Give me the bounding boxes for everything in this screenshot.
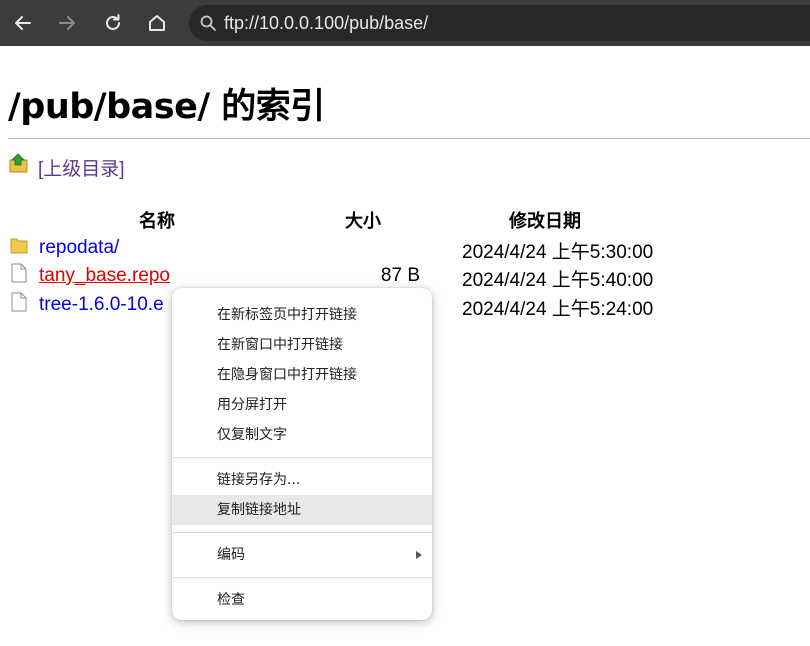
menu-encoding-label: 编码 [217,547,245,563]
browser-toolbar: ftp://10.0.0.100/pub/base/ [0,0,810,46]
column-header-name[interactable]: 名称 [139,207,175,233]
page-title: /pub/base/ 的索引 [8,87,325,127]
menu-save-link-as[interactable]: 链接另存为... [172,465,432,495]
address-bar[interactable]: ftp://10.0.0.100/pub/base/ [189,5,810,41]
divider [8,138,810,139]
forward-arrow-icon [59,16,75,30]
reload-button[interactable] [98,8,128,38]
menu-separator [172,577,432,578]
menu-open-in-new-window[interactable]: 在新窗口中打开链接 [172,330,432,360]
column-header-modified[interactable]: 修改日期 [509,207,581,233]
menu-copy-link-address[interactable]: 复制链接地址 [172,495,432,525]
file-row: repodata/ 2024/4/24 上午5:30:00 [0,235,810,263]
file-icon [11,263,27,283]
menu-open-in-incognito[interactable]: 在隐身窗口中打开链接 [172,360,432,390]
menu-separator [172,457,432,458]
file-date: 2024/4/24 上午5:40:00 [462,270,654,291]
back-arrow-icon [15,16,31,30]
parent-directory-link[interactable]: [上级目录] [38,154,125,181]
menu-open-in-new-tab[interactable]: 在新标签页中打开链接 [172,300,432,330]
file-icon [11,292,27,312]
menu-copy-text-only[interactable]: 仅复制文字 [172,420,432,450]
column-header-size[interactable]: 大小 [345,207,381,233]
back-button[interactable] [8,8,38,38]
url-text[interactable]: ftp://10.0.0.100/pub/base/ [224,13,428,34]
file-link[interactable]: tany_base.repo [39,265,170,287]
menu-encoding[interactable]: 编码 [172,540,432,570]
file-row: tany_base.repo 87 B 2024/4/24 上午5:40:00 [0,263,810,291]
home-button[interactable] [142,8,172,38]
context-menu: 在新标签页中打开链接 在新窗口中打开链接 在隐身窗口中打开链接 用分屏打开 仅复… [172,288,432,620]
submenu-arrow-icon [416,551,422,559]
home-icon [149,15,165,31]
forward-button[interactable] [52,8,82,38]
reload-icon [106,14,120,30]
menu-inspect[interactable]: 检查 [172,585,432,615]
folder-icon [10,238,28,254]
menu-separator [172,532,432,533]
up-folder-icon [9,153,28,173]
file-date: 2024/4/24 上午5:30:00 [462,242,654,263]
search-icon [200,15,216,31]
file-size: 87 B [380,265,420,286]
file-link[interactable]: tree-1.6.0-10.e [39,294,164,316]
file-link[interactable]: repodata/ [39,237,119,259]
menu-open-split-screen[interactable]: 用分屏打开 [172,390,432,420]
file-date: 2024/4/24 上午5:24:00 [462,299,654,320]
